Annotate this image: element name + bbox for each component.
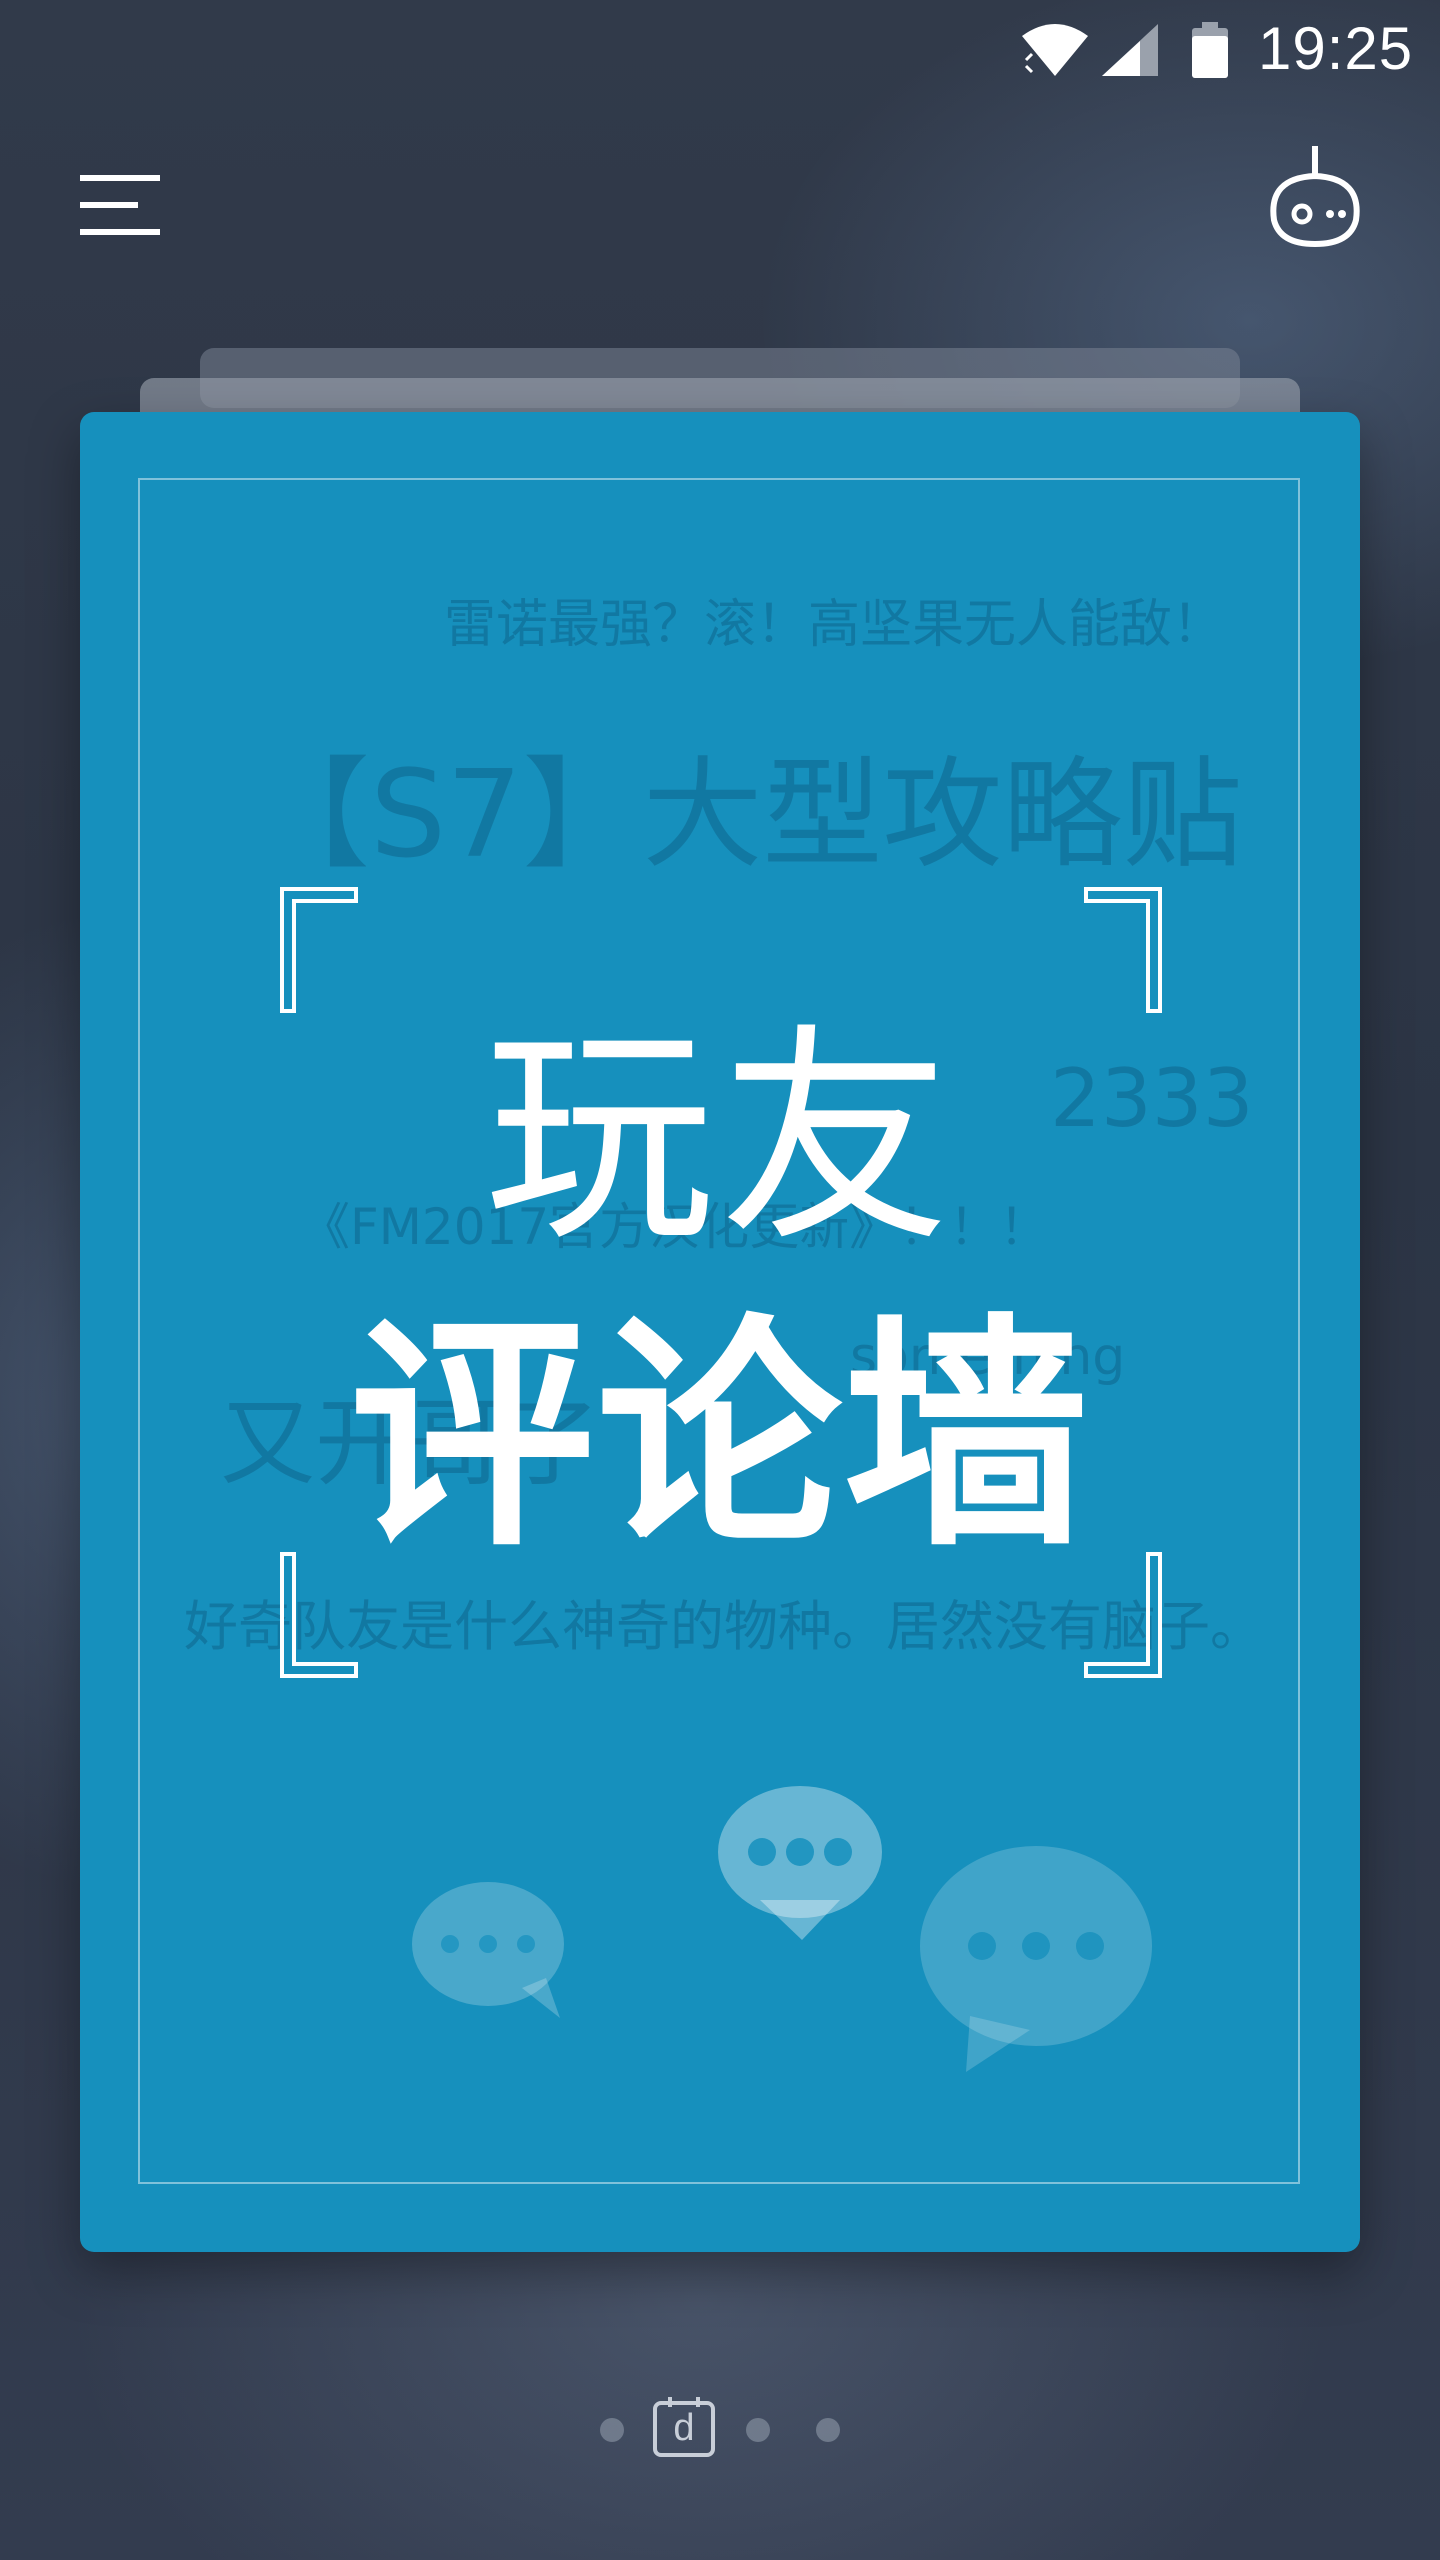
card-title-line-1: 玩友 — [483, 1006, 956, 1273]
wifi-icon — [1022, 24, 1088, 76]
page-dot-active-letter: d — [673, 2407, 695, 2449]
chat-bubble-icon — [718, 1786, 882, 1940]
chat-bubble-icon — [920, 1846, 1152, 2072]
page-dot[interactable] — [746, 2418, 770, 2442]
robot-button[interactable] — [1260, 142, 1370, 252]
card-title-line-2: 评论墙 — [349, 1294, 1091, 1579]
page-dot[interactable] — [600, 2418, 624, 2442]
battery-icon — [1192, 22, 1228, 78]
page-indicator: d — [590, 2395, 850, 2465]
comment-wall-card[interactable]: 雷诺最强？滚！高坚果无人能敌！ 【S7】大型攻略贴 2333 《FM2017官方… — [80, 412, 1360, 2252]
signal-icon — [1102, 24, 1158, 76]
page-dot[interactable] — [816, 2418, 840, 2442]
menu-button[interactable] — [70, 165, 170, 245]
robot-icon — [1270, 146, 1360, 248]
status-time: 19:25 — [1258, 15, 1414, 82]
background-comment: 【S7】大型攻略贴 — [250, 746, 1243, 885]
background-comment: 雷诺最强？滚！高坚果无人能敌！ — [444, 595, 1225, 655]
chat-bubble-icon — [412, 1882, 564, 2018]
chat-bubbles-decoration — [412, 1786, 1152, 2072]
menu-icon — [80, 175, 160, 235]
status-bar: 19:25 — [0, 0, 1440, 110]
page-dot-active[interactable]: d — [652, 2395, 716, 2459]
